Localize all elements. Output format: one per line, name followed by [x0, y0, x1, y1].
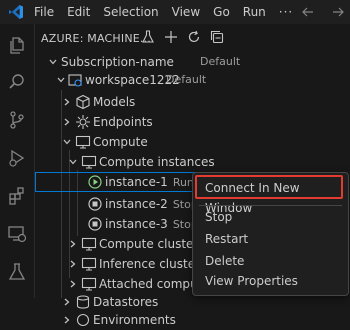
chevron-right-icon: [70, 260, 76, 268]
remote-explorer-icon[interactable]: [7, 224, 27, 244]
forward-arrow-icon[interactable]: [332, 6, 344, 18]
menu-bar: File Edit Selection View Go Run ···: [34, 0, 306, 24]
extensions-icon[interactable]: [7, 186, 27, 206]
collapse-all-icon[interactable]: [210, 30, 224, 44]
compute-clusters-icon: [81, 237, 97, 251]
workspace-desc: Default: [166, 73, 207, 86]
sidebar-header: AZURE: MACHINE...: [35, 28, 350, 50]
sidebar-actions: [141, 30, 224, 44]
compute-instances-label: Compute instances: [99, 155, 215, 169]
context-item-stop[interactable]: Stop: [205, 207, 232, 227]
source-control-icon[interactable]: [7, 110, 27, 130]
inference-clusters-label: Inference clusters: [99, 257, 207, 271]
running-status-icon: [88, 175, 102, 189]
attached-compute-icon: [81, 277, 97, 291]
environments-label: Environments: [93, 313, 176, 327]
datastores-icon: [76, 295, 90, 309]
stopped-status-icon: [88, 217, 102, 231]
workspace-icon: [68, 74, 82, 87]
tree-item-subscription[interactable]: Subscription-name Default: [35, 52, 350, 72]
vscode-logo-icon: [9, 5, 23, 19]
chevron-down-icon: [49, 59, 57, 65]
tree-item-environments[interactable]: Environments: [35, 310, 350, 330]
chevron-right-icon: [64, 118, 70, 126]
endpoints-label: Endpoints: [93, 115, 153, 129]
context-item-restart[interactable]: Restart: [205, 229, 248, 249]
stopped-status-icon: [88, 197, 102, 211]
tree-item-workspace[interactable]: workspace1222 Default: [35, 70, 350, 90]
run-debug-icon[interactable]: [7, 148, 27, 168]
refresh-icon[interactable]: [187, 30, 201, 44]
menu-view[interactable]: View: [172, 5, 200, 19]
models-label: Models: [93, 95, 136, 109]
explorer-icon[interactable]: [7, 36, 27, 56]
sidebar-title: AZURE: MACHINE...: [41, 32, 151, 45]
chevron-right-icon: [64, 298, 70, 306]
compute-monitor-icon: [75, 135, 91, 149]
back-arrow-icon[interactable]: [302, 6, 314, 18]
chevron-down-icon: [63, 139, 71, 145]
context-item-delete[interactable]: Delete: [205, 251, 244, 271]
activity-bar: [0, 24, 34, 298]
menu-selection[interactable]: Selection: [103, 5, 158, 19]
environments-icon: [76, 313, 90, 327]
compute-instances-icon: [81, 155, 97, 169]
testing-icon[interactable]: [7, 262, 27, 282]
tree-item-instance-1[interactable]: instance-1Running: [35, 172, 218, 192]
context-menu-separator: [199, 205, 342, 206]
search-icon[interactable]: [7, 72, 27, 92]
menu-go[interactable]: Go: [213, 5, 230, 19]
chevron-right-icon: [70, 240, 76, 248]
menu-run[interactable]: Run: [243, 5, 266, 19]
tree-item-endpoints[interactable]: Endpoints: [35, 112, 350, 132]
tree-item-compute[interactable]: Compute: [35, 132, 350, 152]
annotation-highlight-box: [195, 175, 343, 199]
compute-clusters-label: Compute clusters: [99, 237, 205, 251]
endpoints-icon: [76, 115, 90, 129]
datastores-label: Datastores: [93, 295, 159, 309]
chevron-right-icon: [70, 280, 76, 288]
context-item-view-properties[interactable]: View Properties: [205, 271, 298, 291]
add-icon[interactable]: [164, 30, 178, 44]
title-bar: File Edit Selection View Go Run ···: [0, 0, 350, 24]
compute-label: Compute: [93, 135, 148, 149]
menu-file[interactable]: File: [34, 5, 54, 19]
tree-item-models[interactable]: Models: [35, 92, 350, 112]
subscription-label: Subscription-name: [61, 55, 174, 69]
nav-arrows: [302, 0, 344, 24]
chevron-right-icon: [64, 316, 70, 324]
flask-icon[interactable]: [141, 30, 155, 44]
instance-3-label: instance-3 Stopp: [105, 217, 205, 231]
models-cube-icon: [76, 94, 90, 110]
menu-more[interactable]: ···: [279, 5, 293, 19]
tree-item-compute-instances[interactable]: Compute instances: [35, 152, 350, 172]
instance-2-label: instance-2 Stopp: [105, 197, 205, 211]
chevron-right-icon: [64, 98, 70, 106]
inference-clusters-icon: [81, 257, 97, 271]
menu-edit[interactable]: Edit: [67, 5, 90, 19]
chevron-down-icon: [57, 77, 65, 83]
chevron-down-icon: [69, 159, 77, 165]
subscription-desc: Default: [200, 55, 241, 68]
